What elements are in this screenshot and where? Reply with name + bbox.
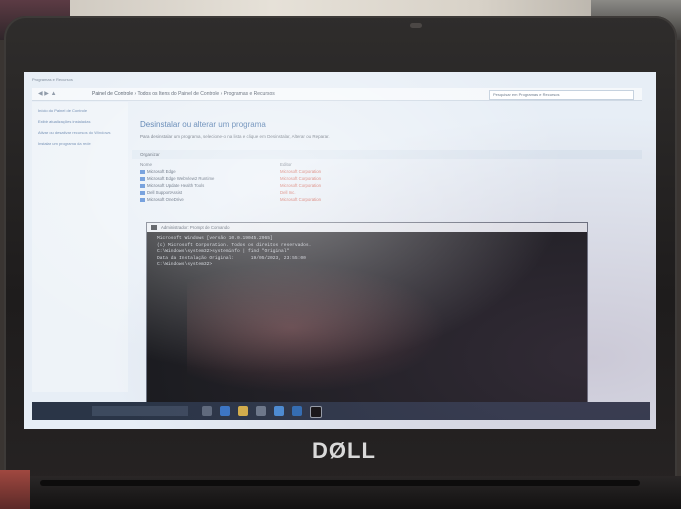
nav-arrows-icon[interactable]: ◀ ▶ ▲ <box>38 90 57 97</box>
program-name: Microsoft Edge <box>147 169 176 174</box>
column-publisher-header[interactable]: Editor <box>280 162 292 167</box>
terminal-line: C:\Windows\system32> <box>157 262 213 267</box>
laptop-hinge <box>40 480 640 486</box>
settings-icon[interactable] <box>292 406 302 416</box>
program-publisher: Microsoft Corporation <box>280 183 322 188</box>
organize-button[interactable]: Organizar <box>132 150 642 159</box>
terminal-icon <box>151 225 157 230</box>
program-icon <box>140 197 145 202</box>
left-navigation: Início do Painel de Controle Exibir atua… <box>32 102 128 392</box>
program-name: Microsoft Edge WebView2 Runtime <box>147 176 215 181</box>
column-name-header[interactable]: Nome <box>140 162 152 167</box>
program-icon <box>140 169 145 174</box>
edge-icon[interactable] <box>220 406 230 416</box>
program-row[interactable]: Microsoft Edge Microsoft Corporation <box>132 169 642 176</box>
dell-logo: DØLL <box>312 438 376 463</box>
nav-link-features[interactable]: Ativar ou desativar recursos do Windows <box>38 130 122 135</box>
terminal-title: Administrador: Prompt de Comando <box>161 225 230 230</box>
program-name: Microsoft OneDrive <box>147 197 184 202</box>
command-prompt-icon[interactable] <box>310 406 322 418</box>
program-icon <box>140 183 145 188</box>
nav-link-network-install[interactable]: Instalar um programa da rede <box>38 141 122 146</box>
program-name: Microsoft Update Health Tools <box>147 183 205 188</box>
search-input[interactable]: Pesquisar em Programas e Recursos <box>489 90 634 100</box>
program-name: Dell SupportAssist <box>147 190 183 195</box>
webcam <box>410 23 422 28</box>
background-object-bottom-left <box>0 470 30 509</box>
breadcrumb[interactable]: Painel de Controle › Todos os Itens do P… <box>92 91 275 97</box>
mail-icon[interactable] <box>274 406 284 416</box>
page-title: Desinstalar ou alterar um programa <box>140 120 266 129</box>
laptop-screen: Programas e Recursos ◀ ▶ ▲ Painel de Con… <box>24 72 656 429</box>
program-icon <box>140 176 145 181</box>
program-list: Microsoft Edge Microsoft Corporation Mic… <box>132 169 642 204</box>
page-subtitle: Para desinstalar um programa, selecione-… <box>140 134 330 139</box>
window-title: Programas e Recursos <box>32 77 73 82</box>
store-icon[interactable] <box>256 406 266 416</box>
program-row[interactable]: Microsoft OneDrive Microsoft Corporation <box>132 197 642 204</box>
taskbar <box>32 402 650 420</box>
nav-link-updates[interactable]: Exibir atualizações instaladas <box>38 119 122 124</box>
program-row[interactable]: Microsoft Update Health Tools Microsoft … <box>132 183 642 190</box>
program-row[interactable]: Microsoft Edge WebView2 Runtime Microsof… <box>132 176 642 183</box>
address-bar[interactable]: ◀ ▶ ▲ Painel de Controle › Todos os Iten… <box>32 88 642 101</box>
taskbar-search[interactable] <box>92 406 188 416</box>
program-icon <box>140 190 145 195</box>
nav-link-home[interactable]: Início do Painel de Controle <box>38 108 122 113</box>
folder-icon[interactable] <box>238 406 248 416</box>
program-publisher: Dell Inc. <box>280 190 296 195</box>
command-prompt-window[interactable]: Administrador: Prompt de Comando Microso… <box>146 222 588 404</box>
task-view-icon[interactable] <box>202 406 212 416</box>
terminal-output[interactable]: Microsoft Windows [versão 10.0.19045.296… <box>147 232 587 273</box>
program-publisher: Microsoft Corporation <box>280 176 322 181</box>
screen-reflection <box>187 263 447 393</box>
program-row[interactable]: Dell SupportAssist Dell Inc. <box>132 190 642 197</box>
terminal-titlebar[interactable]: Administrador: Prompt de Comando <box>147 223 587 232</box>
program-publisher: Microsoft Corporation <box>280 197 322 202</box>
program-publisher: Microsoft Corporation <box>280 169 322 174</box>
